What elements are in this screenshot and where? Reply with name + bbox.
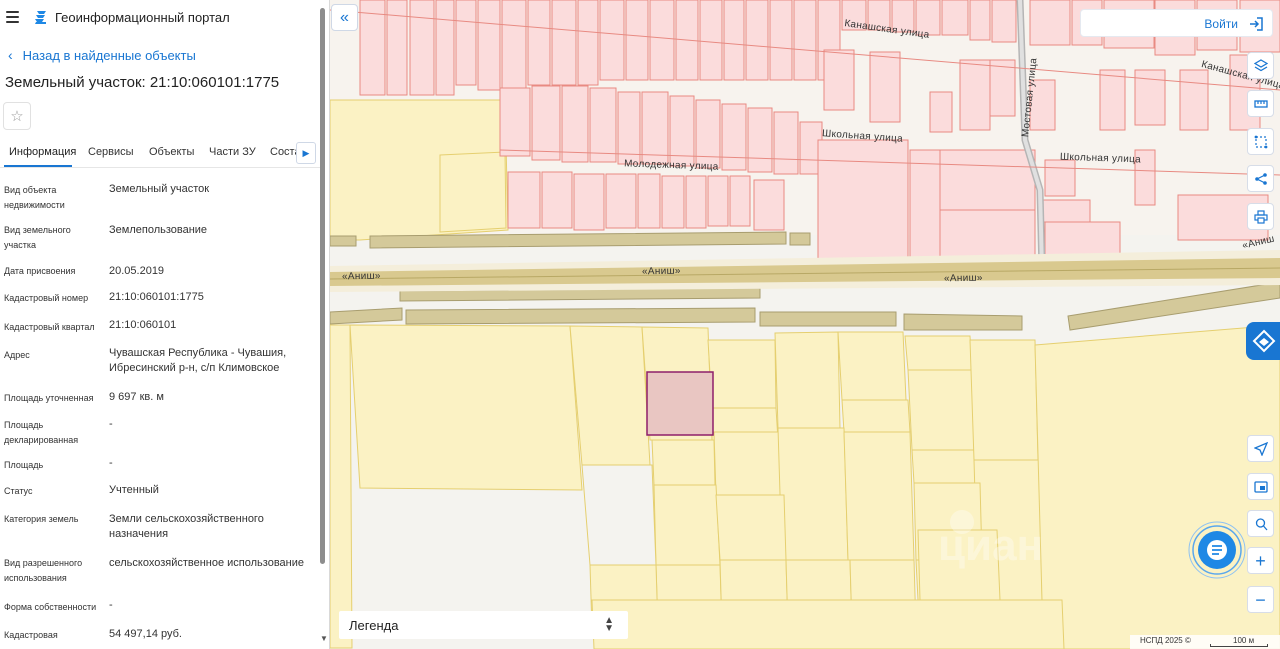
minus-icon: − <box>1255 589 1266 610</box>
property-key: Площадь уточненная <box>4 393 94 403</box>
property-value: сельскохозяйственное использование <box>109 557 305 569</box>
property-key: Вид разрешенного использования <box>4 558 83 583</box>
layers-button[interactable] <box>1247 52 1274 79</box>
property-key: Форма собственности <box>4 602 97 612</box>
share-button[interactable] <box>1247 165 1274 192</box>
login-icon <box>1250 17 1263 31</box>
property-key: Кадастровый квартал <box>4 322 95 332</box>
layers-icon <box>1253 58 1268 71</box>
tab-information[interactable]: Информация <box>9 146 76 158</box>
road-label-anish-left: «Аниш» <box>341 270 381 283</box>
legend-label: Легенда <box>349 618 399 633</box>
property-value: Земельный участок <box>109 183 210 195</box>
rosreestr-service-button[interactable] <box>1246 322 1280 360</box>
scale-label: 100 м <box>1233 636 1255 645</box>
property-value: 21:10:060101:1775 <box>109 291 204 303</box>
expand-collapse-icon: ▲ ▼ <box>604 615 614 634</box>
property-value: - <box>109 418 113 430</box>
property-value: Земли сельскохозяйственного назначения <box>109 513 264 540</box>
property-value: - <box>109 457 113 469</box>
map-attribution: НСПД 2025 © 100 м <box>1130 635 1280 649</box>
legend-dropdown[interactable]: Легенда ▲ ▼ <box>339 611 628 639</box>
property-value: Чувашская Республика - Чувашия, Ибресинс… <box>109 347 287 374</box>
login-label: Войти <box>1204 17 1238 31</box>
road-label-anish-mid: «Аниш» <box>641 265 681 278</box>
property-key: Статус <box>4 486 33 496</box>
measure-button[interactable] <box>1247 90 1274 117</box>
property-key: Вид объекта недвижимости <box>4 185 65 210</box>
property-key: Кадастровый номер <box>4 293 89 303</box>
top-bar: Геоинформационный портал <box>0 0 320 36</box>
chat-button[interactable] <box>1188 521 1246 579</box>
active-tab-indicator <box>4 165 72 167</box>
svg-text:циан: циан <box>938 521 1043 570</box>
my-location-button[interactable] <box>1247 435 1274 462</box>
print-button[interactable] <box>1247 203 1274 230</box>
login-button[interactable]: Войти <box>1080 9 1273 37</box>
select-area-button[interactable] <box>1247 128 1274 155</box>
tabs-scroll-right-button[interactable]: ▶ <box>296 142 316 164</box>
property-value: Учтенный <box>109 484 159 496</box>
minimap-button[interactable] <box>1247 473 1274 500</box>
back-label: Назад в найденные объекты <box>22 47 196 63</box>
map-canvas[interactable]: циан Канашская улица Канашская улица Шко… <box>330 0 1280 649</box>
property-value: - <box>109 599 113 611</box>
collapse-panel-button[interactable]: « <box>331 4 358 31</box>
portal-logo-icon <box>35 11 46 24</box>
property-key: Дата присвоения <box>4 266 76 276</box>
menu-icon[interactable] <box>6 11 19 23</box>
plus-icon: + <box>1255 550 1266 571</box>
road-label-anish-right: «Аниш» <box>943 272 983 285</box>
property-value: 21:10:060101 <box>109 319 177 331</box>
back-to-results-link[interactable]: ‹ Назад в найденные объекты <box>8 47 196 63</box>
property-key: Площадь <box>4 460 44 470</box>
search-location-button[interactable] <box>1247 510 1274 537</box>
zoom-out-button[interactable]: − <box>1247 586 1274 613</box>
property-value: Землепользование <box>109 224 208 236</box>
scroll-down-arrow-icon[interactable]: ▼ <box>320 634 328 643</box>
property-value: 9 697 кв. м <box>109 391 164 403</box>
page-title: Земельный участок: 21:10:060101:1775 <box>5 74 280 91</box>
panel-scrollbar[interactable] <box>320 8 325 564</box>
property-key: Адрес <box>4 350 30 360</box>
navigation-arrow-icon <box>1253 441 1268 456</box>
property-key: Кадастровая <box>4 630 58 640</box>
attribution-text: НСПД 2025 © <box>1140 636 1191 645</box>
favorite-star-icon[interactable]: ☆ <box>3 102 31 130</box>
location-search-icon <box>1255 517 1267 530</box>
property-value: 54 497,14 руб. <box>109 628 182 640</box>
chevron-left-icon: ‹ <box>8 47 13 63</box>
select-area-icon <box>1254 135 1267 148</box>
portal-title: Геоинформационный портал <box>55 10 230 25</box>
tab-services[interactable]: Сервисы <box>88 146 134 158</box>
zoom-in-button[interactable]: + <box>1247 547 1274 574</box>
share-icon <box>1254 172 1267 185</box>
property-value: 20.05.2019 <box>109 265 165 277</box>
tab-bar: Информация Сервисы Объекты Части ЗУ Сост… <box>0 140 320 168</box>
property-key: Категория земель <box>4 514 79 524</box>
minimap-icon <box>1253 480 1268 493</box>
print-icon <box>1253 209 1268 224</box>
map-base-layer: циан <box>330 0 1280 649</box>
tab-parcel-parts[interactable]: Части ЗУ <box>209 146 256 158</box>
rosreestr-logo-icon <box>1252 329 1276 353</box>
ruler-icon <box>1253 99 1268 108</box>
tab-objects[interactable]: Объекты <box>149 146 194 158</box>
property-key: Площадь декларированная <box>4 420 79 445</box>
property-key: Вид земельного участка <box>4 225 71 250</box>
selected-parcel[interactable] <box>646 371 714 436</box>
info-panel: Геоинформационный портал ‹ Назад в найде… <box>0 0 330 649</box>
